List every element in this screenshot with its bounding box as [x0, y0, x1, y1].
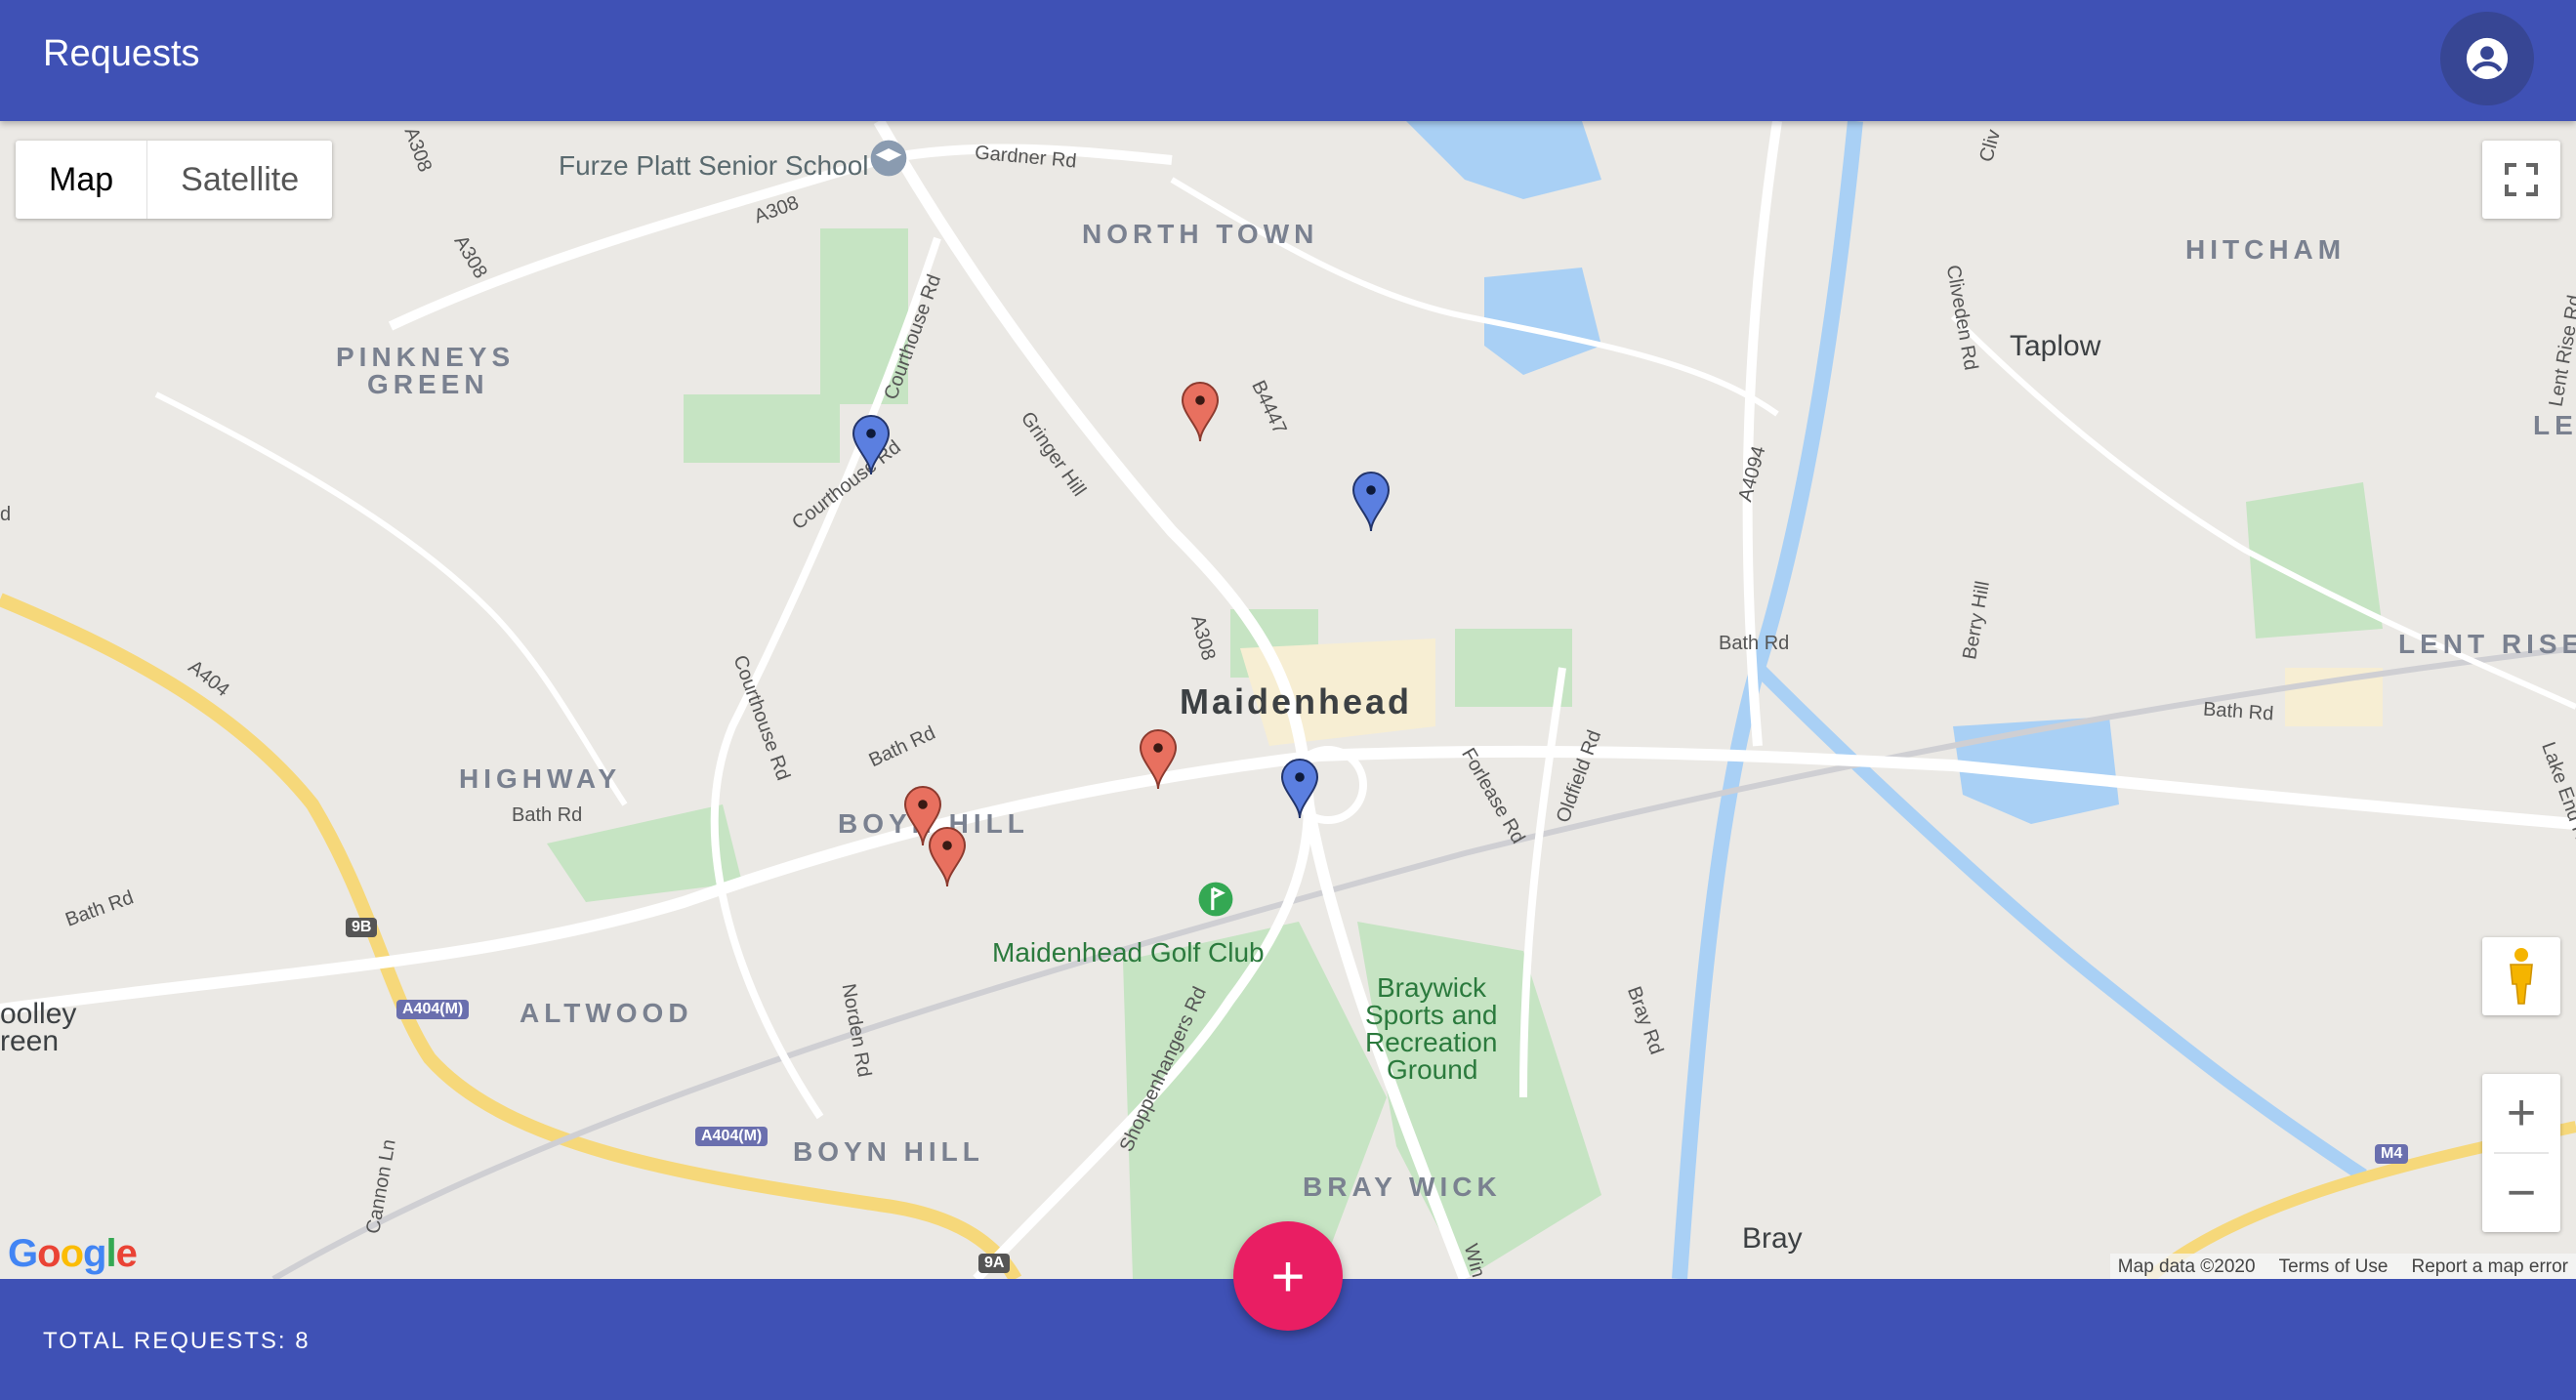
park-label: Ground: [1387, 1054, 1478, 1085]
map-data-text: Map data ©2020: [2117, 1256, 2256, 1277]
district-label: HIGHWAY: [459, 763, 622, 794]
district-label: BOYN HILL: [793, 1136, 984, 1167]
school-icon: [870, 140, 907, 177]
road-label: Bath Rd: [1719, 633, 1790, 654]
fullscreen-button[interactable]: [2482, 141, 2560, 219]
request-marker-red[interactable]: [1181, 381, 1220, 443]
app-bar: Requests: [0, 0, 2576, 121]
map-type-satellite-button[interactable]: Satellite: [147, 141, 332, 219]
district-label: HITCHAM: [2185, 234, 2347, 265]
road-label: Bath Rd: [512, 804, 583, 826]
district-label: LENT RISE: [2398, 629, 2576, 659]
district-label: NORTH TOWN: [1082, 219, 1319, 249]
page-title: Requests: [43, 33, 200, 74]
zoom-in-button[interactable]: +: [2482, 1074, 2560, 1152]
district-label: GREEN: [367, 369, 489, 399]
junction-shield: 9A: [978, 1254, 1011, 1273]
zoom-control: + −: [2482, 1074, 2560, 1232]
town-label: Taplow: [2010, 330, 2101, 362]
add-icon: +: [1270, 1243, 1306, 1309]
city-label: Maidenhead: [1180, 681, 1413, 721]
add-request-button[interactable]: +: [1233, 1221, 1343, 1331]
motorway-shield: A404(M): [695, 1127, 769, 1146]
request-marker-blue[interactable]: [1351, 471, 1391, 533]
golf-club-label: Maidenhead Golf Club: [992, 937, 1265, 968]
golf-icon: [1198, 882, 1233, 917]
report-error-link[interactable]: Report a map error: [2411, 1254, 2568, 1279]
total-requests-label: TOTAL REQUESTS: 8: [43, 1328, 311, 1354]
map-attribution: Map data ©2020 Terms of Use Report a map…: [2109, 1254, 2576, 1279]
map-type-map-button[interactable]: Map: [16, 141, 148, 219]
motorway-shield: A404(M): [396, 1000, 470, 1019]
district-label: ALTWOOD: [519, 998, 693, 1028]
request-marker-blue[interactable]: [852, 414, 891, 476]
road-label: Bath Rd: [2202, 698, 2274, 725]
account-circle-icon: [2466, 37, 2509, 80]
town-label: Bray: [1742, 1222, 1803, 1255]
request-marker-red[interactable]: [1139, 728, 1178, 791]
junction-shield: 9B: [346, 918, 378, 937]
road-label: d: [0, 504, 12, 525]
pegman-icon: [2510, 948, 2533, 1005]
request-marker-blue[interactable]: [1280, 758, 1319, 820]
town-label: reen: [0, 1025, 60, 1057]
terms-link[interactable]: Terms of Use: [2279, 1254, 2389, 1279]
account-button[interactable]: [2440, 12, 2534, 105]
district-label: BRAY WICK: [1303, 1172, 1502, 1202]
request-marker-red[interactable]: [928, 826, 967, 888]
poi-label: Furze Platt Senior School: [559, 150, 869, 181]
google-logo: Google: [8, 1232, 138, 1275]
motorway-shield: M4: [2375, 1144, 2409, 1164]
map-view[interactable]: Map Satellite + − Furze Platt Senior Sch…: [0, 121, 2576, 1279]
street-view-pegman[interactable]: [2482, 937, 2560, 1015]
fullscreen-icon: [2505, 163, 2538, 196]
map-type-control: Map Satellite: [16, 141, 333, 219]
zoom-out-button[interactable]: −: [2482, 1154, 2560, 1232]
district-label: LEN: [2533, 410, 2576, 440]
